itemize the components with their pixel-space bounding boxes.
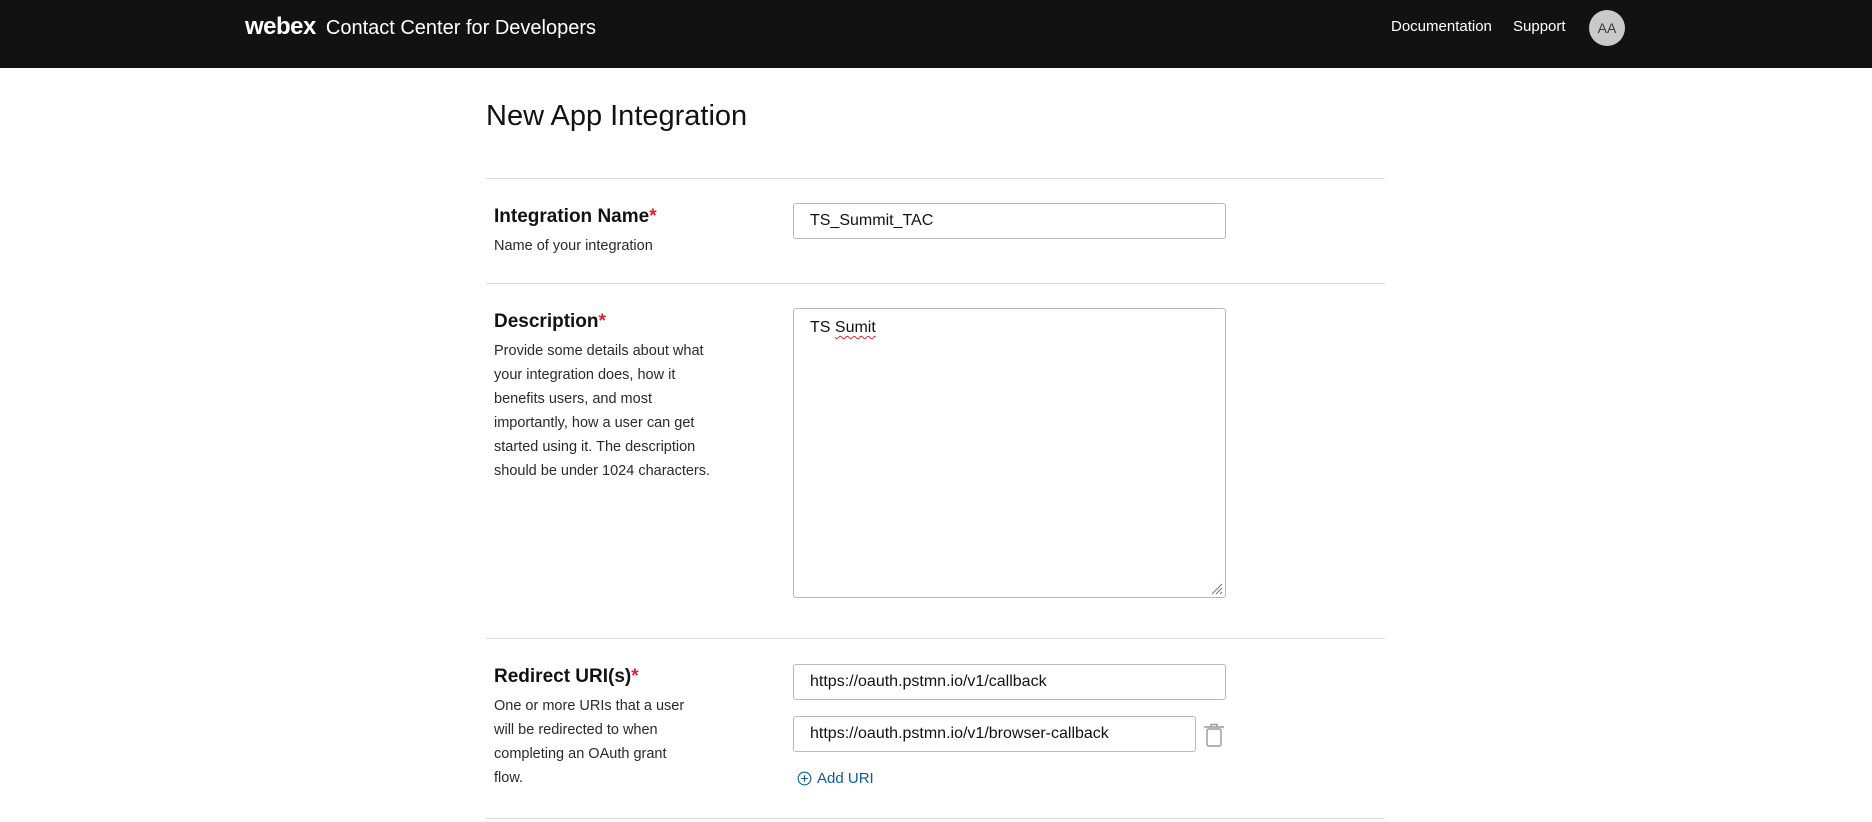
trash-icon[interactable] <box>1203 722 1225 748</box>
webex-logo: webex <box>245 13 316 40</box>
redirect-uris-label: Redirect URI(s)* <box>494 666 639 688</box>
section-divider <box>486 638 1385 639</box>
integration-name-label-text: Integration Name <box>494 206 650 227</box>
redirect-uris-label-text: Redirect URI(s) <box>494 666 632 687</box>
add-uri-label: Add URI <box>817 770 874 787</box>
description-value-misspelled-word: Sumit <box>834 319 876 336</box>
required-marker: * <box>598 311 606 332</box>
required-marker: * <box>649 206 657 227</box>
section-divider <box>486 818 1385 819</box>
resize-handle-icon[interactable] <box>1211 583 1223 595</box>
redirect-uri-input[interactable]: https://oauth.pstmn.io/v1/browser-callba… <box>793 716 1196 752</box>
add-uri-button[interactable]: Add URI <box>797 770 874 787</box>
section-divider <box>486 283 1385 284</box>
avatar[interactable]: AA <box>1589 10 1625 46</box>
redirect-uri-input[interactable]: https://oauth.pstmn.io/v1/callback <box>793 664 1226 700</box>
integration-name-input[interactable]: TS_Summit_TAC <box>793 203 1226 239</box>
integration-name-label: Integration Name* <box>494 206 657 228</box>
plus-circle-icon <box>797 771 812 786</box>
section-divider <box>486 178 1385 179</box>
description-value-word: TS <box>810 319 831 336</box>
integration-name-help: Name of your integration <box>494 238 653 254</box>
redirect-uris-help: One or more URIs that a user will be red… <box>494 698 685 786</box>
redirect-uri-value: https://oauth.pstmn.io/v1/browser-callba… <box>810 725 1109 742</box>
description-help: Provide some details about what your int… <box>494 343 711 479</box>
integration-name-value: TS_Summit_TAC <box>810 212 934 229</box>
required-marker: * <box>631 666 639 687</box>
nav-documentation-link[interactable]: Documentation <box>1391 18 1492 35</box>
description-label-text: Description <box>494 311 599 332</box>
top-navigation-bar: webex Contact Center for Developers Docu… <box>0 0 1872 68</box>
nav-support-link[interactable]: Support <box>1513 18 1566 35</box>
brand-subtitle: Contact Center for Developers <box>325 17 597 39</box>
brand[interactable]: webex Contact Center for Developers <box>245 13 596 41</box>
redirect-uri-value: https://oauth.pstmn.io/v1/callback <box>810 673 1047 690</box>
description-textarea[interactable]: TS Sumit <box>793 308 1226 598</box>
description-label: Description* <box>494 311 606 333</box>
page-title: New App Integration <box>486 100 748 132</box>
